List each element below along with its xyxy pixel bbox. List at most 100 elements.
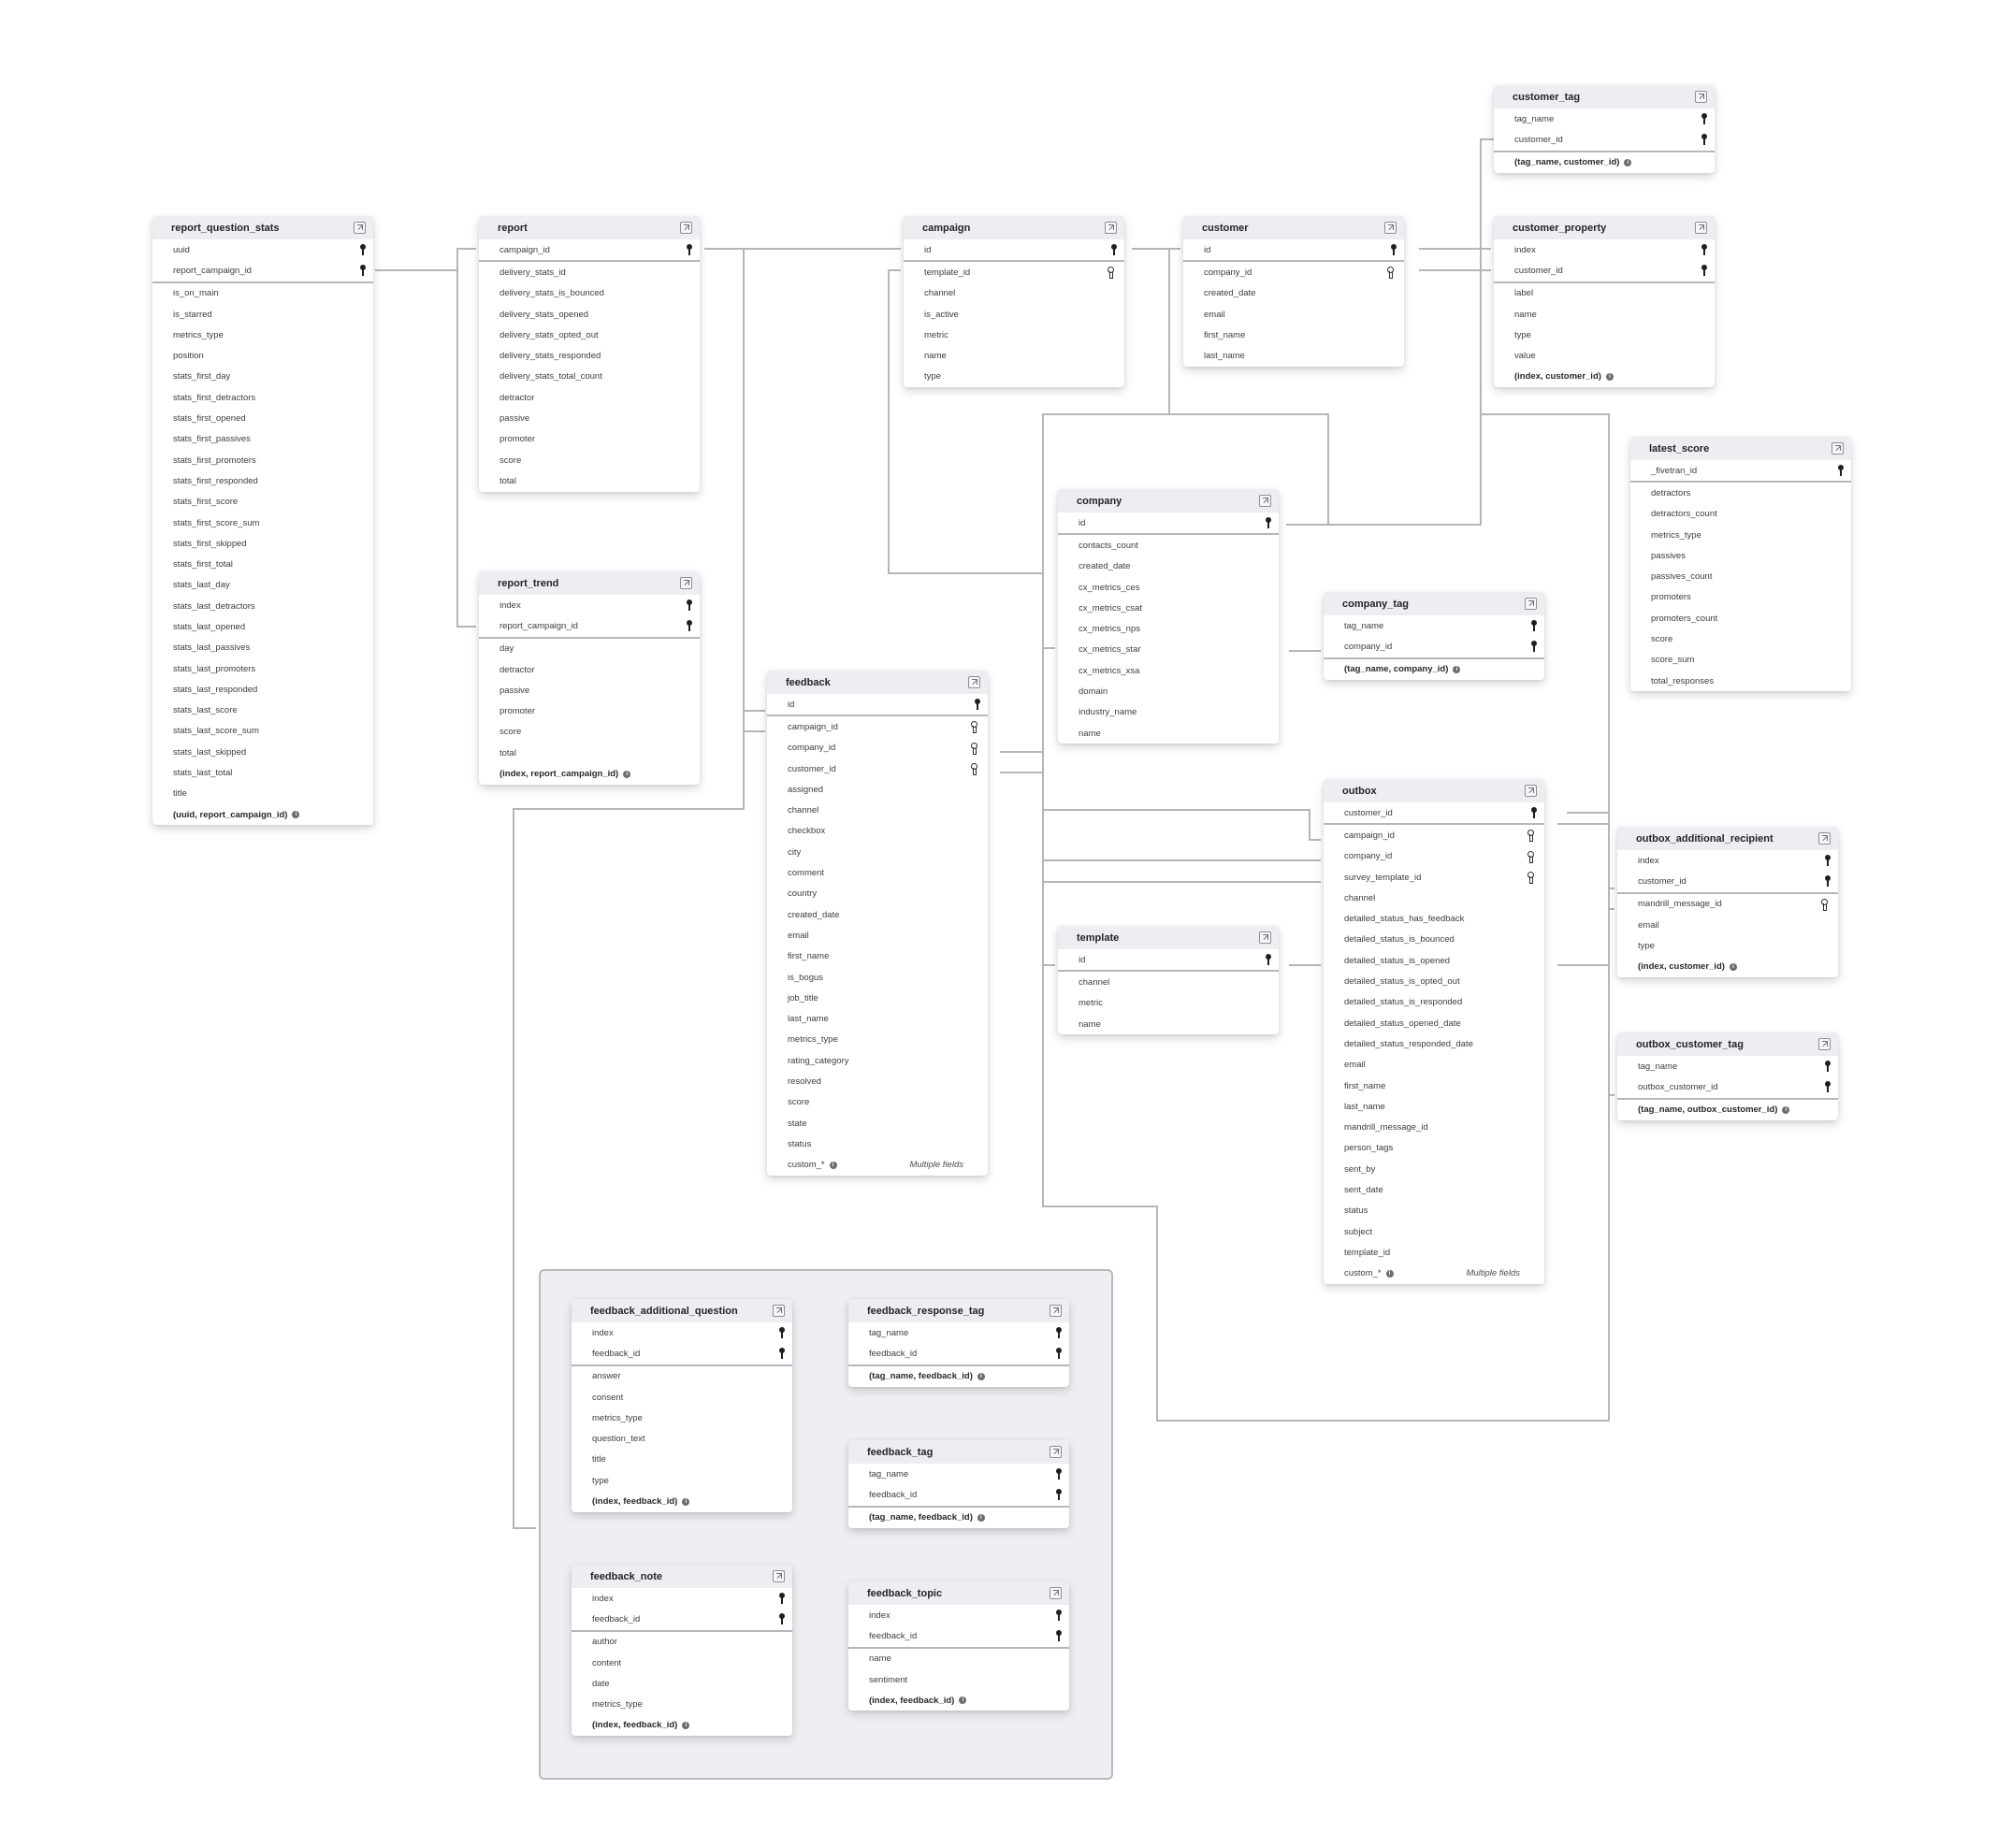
field-name: industry_name bbox=[1079, 707, 1137, 718]
primary-key-icon bbox=[1838, 465, 1844, 477]
table-latest-score[interactable]: latest_score _fivetran_id detractors detrac… bbox=[1630, 437, 1851, 692]
field-name: index bbox=[869, 1610, 890, 1621]
table-feedback-additional-question[interactable]: feedback_additional_question index feedbac… bbox=[572, 1299, 792, 1512]
field-row: stats_last_skipped bbox=[152, 742, 373, 762]
open-external-icon[interactable] bbox=[1818, 1038, 1831, 1050]
field-row: job_title bbox=[767, 988, 988, 1008]
info-icon[interactable]: i bbox=[959, 1696, 967, 1705]
field-name: detailed_status_is_opted_out bbox=[1344, 976, 1460, 988]
open-external-icon[interactable] bbox=[1259, 495, 1271, 507]
table-name: company_tag bbox=[1342, 598, 1409, 610]
open-external-icon[interactable] bbox=[968, 676, 980, 688]
open-external-icon[interactable] bbox=[1525, 785, 1537, 797]
table-report[interactable]: report campaign_id delivery_stats_id delive… bbox=[479, 216, 700, 492]
field-row: metrics_type bbox=[572, 1694, 792, 1714]
info-icon[interactable]: i bbox=[682, 1497, 690, 1506]
info-icon[interactable]: i bbox=[682, 1721, 690, 1729]
table-report-question-stats[interactable]: report_question_stats uuid report_campaign… bbox=[152, 216, 373, 826]
info-icon[interactable]: i bbox=[1729, 962, 1737, 971]
composite-key-label: (index, report_campaign_id) i bbox=[500, 769, 631, 779]
info-icon[interactable]: i bbox=[1385, 1269, 1394, 1278]
field-name: metric bbox=[1079, 998, 1103, 1009]
table-customer-property[interactable]: customer_property index customer_id label na… bbox=[1494, 216, 1715, 388]
field-name: job_title bbox=[788, 992, 818, 1003]
field-row: name bbox=[848, 1649, 1069, 1669]
field-row: mandrill_message_id bbox=[1324, 1117, 1544, 1137]
field-name: campaign_id bbox=[1344, 830, 1395, 841]
relationship-line bbox=[1043, 809, 1321, 841]
open-external-icon[interactable] bbox=[1050, 1587, 1062, 1599]
composite-key-row: (index, feedback_id) i bbox=[848, 1690, 1069, 1711]
info-icon[interactable]: i bbox=[977, 1372, 985, 1380]
info-icon[interactable]: i bbox=[1605, 372, 1614, 381]
field-name: score bbox=[1651, 634, 1673, 645]
open-external-icon[interactable] bbox=[1818, 832, 1831, 845]
open-external-icon[interactable] bbox=[680, 222, 692, 234]
table-feedback-response-tag[interactable]: feedback_response_tag tag_name feedback_id… bbox=[848, 1299, 1069, 1387]
table-name: feedback_topic bbox=[867, 1587, 943, 1599]
field-row: metrics_type bbox=[152, 325, 373, 345]
field-name: stats_last_skipped bbox=[173, 746, 247, 758]
primary-key-icon bbox=[1825, 1061, 1831, 1073]
field-name: customer_id bbox=[1638, 875, 1687, 887]
table-customer-tag[interactable]: customer_tag tag_name customer_id (tag_name… bbox=[1494, 85, 1715, 173]
table-company-tag[interactable]: company_tag tag_name company_id (tag_name, … bbox=[1324, 592, 1544, 680]
field-name: stats_last_promoters bbox=[173, 663, 256, 674]
open-external-icon[interactable] bbox=[1525, 598, 1537, 610]
primary-key-row: customer_id bbox=[1494, 260, 1715, 282]
field-name: position bbox=[173, 351, 204, 362]
open-external-icon[interactable] bbox=[1050, 1446, 1062, 1458]
table-customer[interactable]: customer id company_id created_date email fir… bbox=[1183, 216, 1404, 367]
table-name: feedback_response_tag bbox=[867, 1305, 985, 1317]
open-external-icon[interactable] bbox=[773, 1305, 785, 1317]
table-outbox[interactable]: outbox customer_id campaign_id company_id su… bbox=[1324, 779, 1544, 1284]
table-feedback[interactable]: feedback id campaign_id company_id customer_… bbox=[767, 671, 988, 1176]
open-external-icon[interactable] bbox=[1832, 442, 1844, 455]
field-row: sentiment bbox=[848, 1669, 1069, 1690]
open-external-icon[interactable] bbox=[1259, 931, 1271, 944]
field-name: index bbox=[1514, 244, 1536, 255]
open-external-icon[interactable] bbox=[1105, 222, 1117, 234]
table-feedback-tag[interactable]: feedback_tag tag_name feedback_id (tag_name… bbox=[848, 1440, 1069, 1528]
field-name: score bbox=[500, 727, 522, 738]
open-external-icon[interactable] bbox=[1050, 1305, 1062, 1317]
table-template[interactable]: template id channel metric name bbox=[1058, 926, 1279, 1035]
info-icon[interactable]: i bbox=[977, 1513, 985, 1522]
open-external-icon[interactable] bbox=[773, 1570, 785, 1582]
foreign-key-icon bbox=[1387, 267, 1397, 280]
table-outbox-additional-recipient[interactable]: outbox_additional_recipient index customer… bbox=[1617, 827, 1838, 977]
field-name: company_id bbox=[1344, 851, 1393, 862]
open-external-icon[interactable] bbox=[1695, 91, 1707, 103]
field-name: type bbox=[592, 1475, 609, 1486]
open-external-icon[interactable] bbox=[354, 222, 366, 234]
multiple-fields-label: Multiple fields bbox=[909, 1160, 963, 1171]
table-name: feedback_tag bbox=[867, 1446, 934, 1458]
open-external-icon[interactable] bbox=[1695, 222, 1707, 234]
table-name: customer_tag bbox=[1513, 91, 1581, 103]
open-external-icon[interactable] bbox=[1384, 222, 1397, 234]
field-name: last_name bbox=[1344, 1101, 1385, 1112]
field-row: content bbox=[572, 1653, 792, 1673]
info-icon[interactable]: i bbox=[292, 811, 300, 819]
composite-key-label: (index, customer_id) i bbox=[1638, 961, 1737, 972]
info-icon[interactable]: i bbox=[829, 1161, 837, 1169]
info-icon[interactable]: i bbox=[1782, 1105, 1790, 1114]
table-campaign[interactable]: campaign id template_id channel is_active met… bbox=[904, 216, 1124, 388]
table-feedback-topic[interactable]: feedback_topic index feedback_id name sentim… bbox=[848, 1581, 1069, 1711]
table-company[interactable]: company id contacts_count created_date cx_me… bbox=[1058, 489, 1279, 744]
field-row: cx_metrics_xsa bbox=[1058, 660, 1279, 681]
field-row: name bbox=[1494, 304, 1715, 325]
table-header: customer bbox=[1183, 216, 1404, 239]
table-report-trend[interactable]: report_trend index report_campaign_id day de… bbox=[479, 571, 700, 785]
field-name: customer_id bbox=[788, 763, 836, 774]
info-icon[interactable]: i bbox=[623, 770, 631, 778]
table-feedback-note[interactable]: feedback_note index feedback_id author conte… bbox=[572, 1565, 792, 1737]
field-row: delivery_stats_responded bbox=[479, 345, 700, 366]
info-icon[interactable]: i bbox=[1453, 665, 1461, 673]
info-icon[interactable]: i bbox=[1624, 158, 1632, 166]
open-external-icon[interactable] bbox=[680, 577, 692, 589]
field-row: campaign_id bbox=[767, 716, 988, 737]
table-outbox-customer-tag[interactable]: outbox_customer_tag tag_name outbox_custom… bbox=[1617, 1032, 1838, 1120]
field-row: label bbox=[1494, 283, 1715, 304]
field-row: sent_by bbox=[1324, 1159, 1544, 1179]
